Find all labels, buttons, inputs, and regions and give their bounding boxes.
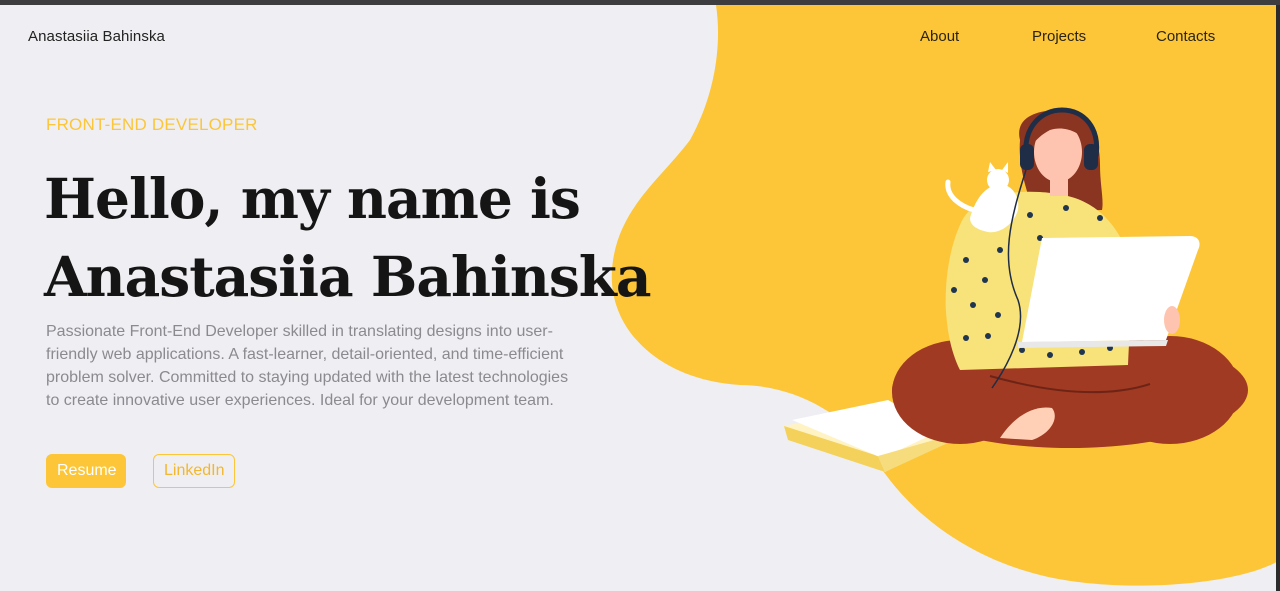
nav-about[interactable]: About xyxy=(920,28,959,45)
resume-button[interactable]: Resume xyxy=(46,454,126,488)
scrollbar[interactable] xyxy=(1276,5,1280,591)
brand-name[interactable]: Anastasiia Bahinska xyxy=(28,28,165,45)
nav-projects[interactable]: Projects xyxy=(1032,28,1086,45)
cat-icon xyxy=(945,162,1019,233)
headline-line-2: Anastasiia Bahinska xyxy=(44,244,652,309)
linkedin-button[interactable]: LinkedIn xyxy=(153,454,235,488)
hero-headline: Hello, my name is Anastasiia Bahinska xyxy=(44,160,652,316)
headline-line-1: Hello, my name is xyxy=(44,166,581,231)
role-title: FRONT-END DEVELOPER xyxy=(46,115,258,134)
browser-top-bar xyxy=(0,0,1280,5)
bio-paragraph: Passionate Front-End Developer skilled i… xyxy=(46,323,569,409)
developer-illustration xyxy=(784,107,1248,472)
nav-contacts[interactable]: Contacts xyxy=(1156,28,1215,45)
